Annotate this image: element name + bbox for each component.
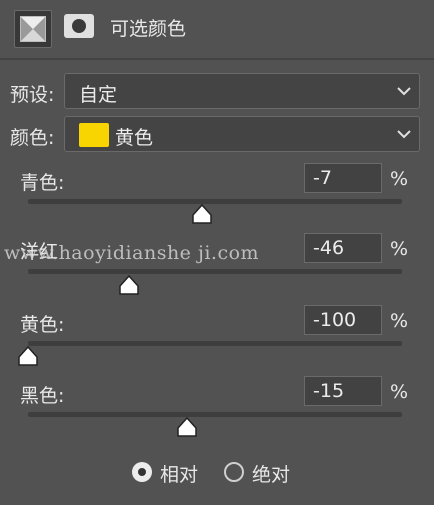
panel-header: 可选颜色 (0, 0, 434, 56)
black-value-field[interactable]: -15 (304, 376, 382, 406)
colors-label: 颜色: (10, 127, 55, 149)
chevron-down-icon (397, 130, 411, 139)
black-percent: % (390, 381, 409, 403)
colors-value: 黄色 (115, 127, 154, 149)
black-slider-track[interactable] (28, 412, 402, 417)
absolute-radio[interactable] (224, 462, 244, 482)
preset-label: 预设: (10, 84, 55, 106)
colors-dropdown[interactable]: 黄色 (64, 116, 420, 152)
mask-icon[interactable] (64, 14, 94, 38)
yellow-label: 黄色: (20, 314, 65, 336)
magenta-percent: % (390, 238, 409, 260)
watermark-text: www.haoyidianshe ji.com (4, 242, 260, 264)
panel-title: 可选颜色 (110, 18, 187, 40)
yellow-value-field[interactable]: -100 (304, 305, 382, 335)
cyan-slider-thumb[interactable] (191, 203, 213, 225)
cyan-value-field[interactable]: -7 (304, 163, 382, 193)
absolute-label: 绝对 (252, 464, 291, 486)
black-slider-thumb[interactable] (176, 416, 198, 438)
cyan-percent: % (390, 168, 409, 190)
yellow-slider-thumb[interactable] (17, 345, 39, 367)
preset-value: 自定 (79, 84, 118, 106)
color-swatch (79, 123, 109, 147)
black-label: 黑色: (20, 385, 65, 407)
preset-dropdown[interactable]: 自定 (64, 73, 420, 109)
relative-label: 相对 (160, 464, 199, 486)
selective-color-icon[interactable] (14, 10, 52, 48)
chevron-down-icon (397, 87, 411, 96)
cyan-label: 青色: (20, 172, 65, 194)
magenta-slider-track[interactable] (28, 269, 402, 274)
yellow-percent: % (390, 310, 409, 332)
magenta-slider-thumb[interactable] (118, 274, 140, 296)
relative-radio[interactable] (132, 462, 152, 482)
header-divider (0, 58, 434, 60)
yellow-slider-track[interactable] (28, 341, 402, 346)
magenta-value-field[interactable]: -46 (304, 233, 382, 263)
cyan-slider-track[interactable] (28, 199, 402, 204)
